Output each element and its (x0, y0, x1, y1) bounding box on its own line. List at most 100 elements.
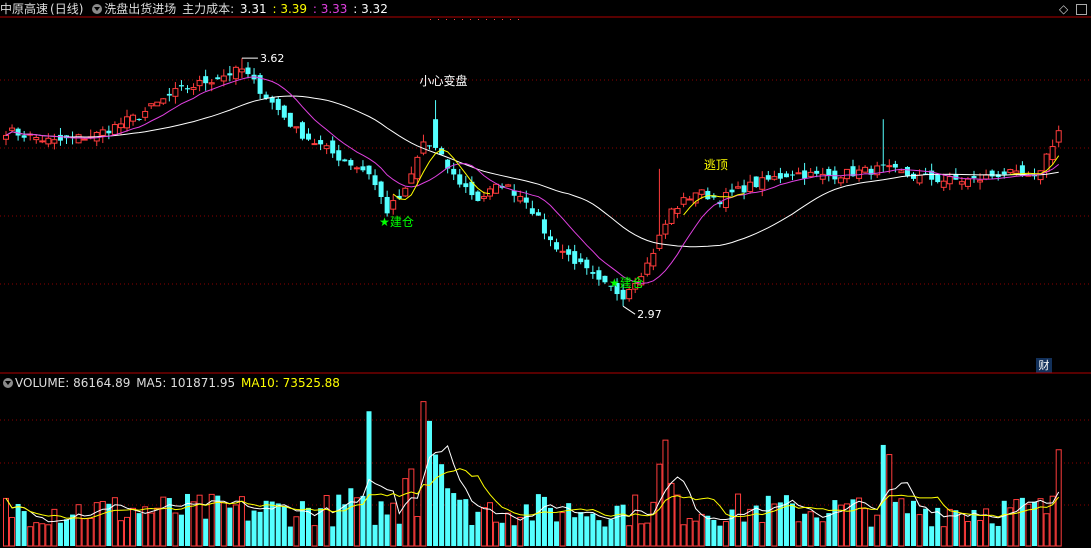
volume-bar-down (584, 516, 590, 546)
candle-down (596, 270, 602, 280)
volume-bar-down (70, 514, 76, 546)
volume-bar-down (790, 503, 795, 546)
candle-up (408, 173, 415, 184)
volume-bar-down (372, 524, 378, 546)
volume-bar-down (868, 526, 874, 546)
top-dot (438, 19, 439, 20)
volume-bar-down (578, 512, 584, 546)
volume-bar-up (977, 520, 984, 547)
volume-bar-up (160, 496, 167, 547)
candle-down (336, 150, 342, 161)
candle-up (946, 176, 953, 185)
candle-up (45, 137, 52, 145)
cost-value-2: : 3.33 (309, 2, 348, 16)
volume-bar-up (964, 521, 971, 547)
candle-down (578, 258, 584, 263)
candle-down (535, 212, 541, 216)
indicator-name[interactable]: 洗盘出货进场 (104, 2, 176, 16)
volume-bar-down (21, 511, 27, 546)
candle-down (366, 165, 372, 175)
volume-bar-down (904, 513, 910, 546)
volume-bar-up (1043, 513, 1050, 547)
volume-bar-down (463, 499, 469, 546)
volume-bar-up (45, 524, 52, 547)
cost-value-3: : 3.32 (349, 2, 388, 16)
candle-up (662, 223, 669, 235)
candle-up (232, 66, 239, 80)
volume-bar-up (916, 514, 923, 547)
candle-down (281, 105, 287, 118)
candle-up (977, 179, 984, 183)
candle-down (904, 166, 910, 176)
volume-panel-header: VOLUME: 86164.89 MA5: 101871.95 MA10: 73… (0, 374, 342, 392)
candle-up (9, 127, 16, 131)
candle-up (1013, 170, 1020, 174)
candle-down (433, 119, 439, 148)
candle-down (203, 76, 209, 84)
price-panel-header: 中原高速 (日线) 洗盘出货进场 主力成本: 3.31 : 3.39 : 3.33… (0, 0, 392, 18)
volume-bar-down (826, 513, 832, 546)
volume-menu-icon[interactable] (3, 378, 13, 388)
volume-bar-down (572, 517, 578, 546)
candle-up (656, 234, 663, 249)
volume-bar-up (51, 508, 58, 547)
volume-bar-down (336, 494, 342, 546)
volume-bar-up (75, 504, 82, 547)
candle-down (729, 189, 735, 193)
candle-down (427, 145, 432, 147)
indicator-menu-icon[interactable] (92, 4, 103, 14)
candle-up (886, 165, 893, 168)
candle-down (572, 251, 578, 264)
volume-bar-down (384, 514, 390, 546)
volume-bar-down (554, 521, 560, 546)
volume-bar-down (535, 494, 541, 546)
volume-bar-down (995, 525, 1001, 546)
volume-bar-down (469, 524, 475, 546)
candle-up (680, 197, 687, 205)
candle-up (75, 134, 82, 144)
volume-bar-down (378, 501, 384, 546)
candle-up (940, 180, 947, 188)
volume-bar-up (402, 478, 409, 547)
volume-bar-down (281, 506, 287, 546)
volume-bar-up (686, 518, 693, 547)
volume-bar-up (698, 513, 705, 547)
volume-bar-up (946, 508, 953, 547)
candle-up (208, 82, 215, 85)
volume-bar-up (626, 525, 633, 547)
volume-bar-up (517, 516, 524, 547)
volume-bar-up (722, 521, 729, 547)
candle-up (81, 138, 88, 141)
candle-up (487, 188, 493, 197)
candle-down (318, 140, 324, 145)
volume-bar-up (843, 503, 850, 547)
volume-bar-up (390, 502, 397, 547)
volume-bar-down (548, 507, 553, 546)
candle-up (111, 124, 118, 135)
volume-bar-up (9, 516, 16, 547)
volume-bar-up (420, 401, 427, 547)
volume-bar-down (911, 500, 916, 546)
volume-bar-down (499, 522, 505, 546)
candle-down (826, 168, 832, 176)
candle-down (541, 219, 547, 234)
volume-bar-down (802, 513, 808, 546)
volume-bar-up (238, 496, 245, 547)
candle-up (735, 186, 742, 189)
volume-bar-down (136, 513, 142, 546)
candle-up (190, 87, 197, 90)
candle-up (323, 145, 330, 150)
candle-down (136, 118, 142, 120)
volume-bar-down (451, 493, 457, 546)
volume-bar-up (638, 523, 645, 547)
volume-bar-up (414, 516, 421, 547)
candle-down (753, 176, 759, 188)
candle-up (39, 140, 46, 143)
volume-bar-down (511, 525, 517, 546)
candle-down (15, 128, 21, 136)
candle-down (566, 249, 572, 255)
candle-down (602, 275, 608, 283)
candle-down (584, 259, 590, 269)
candle-up (238, 68, 245, 73)
volume-bar-up (293, 516, 300, 547)
